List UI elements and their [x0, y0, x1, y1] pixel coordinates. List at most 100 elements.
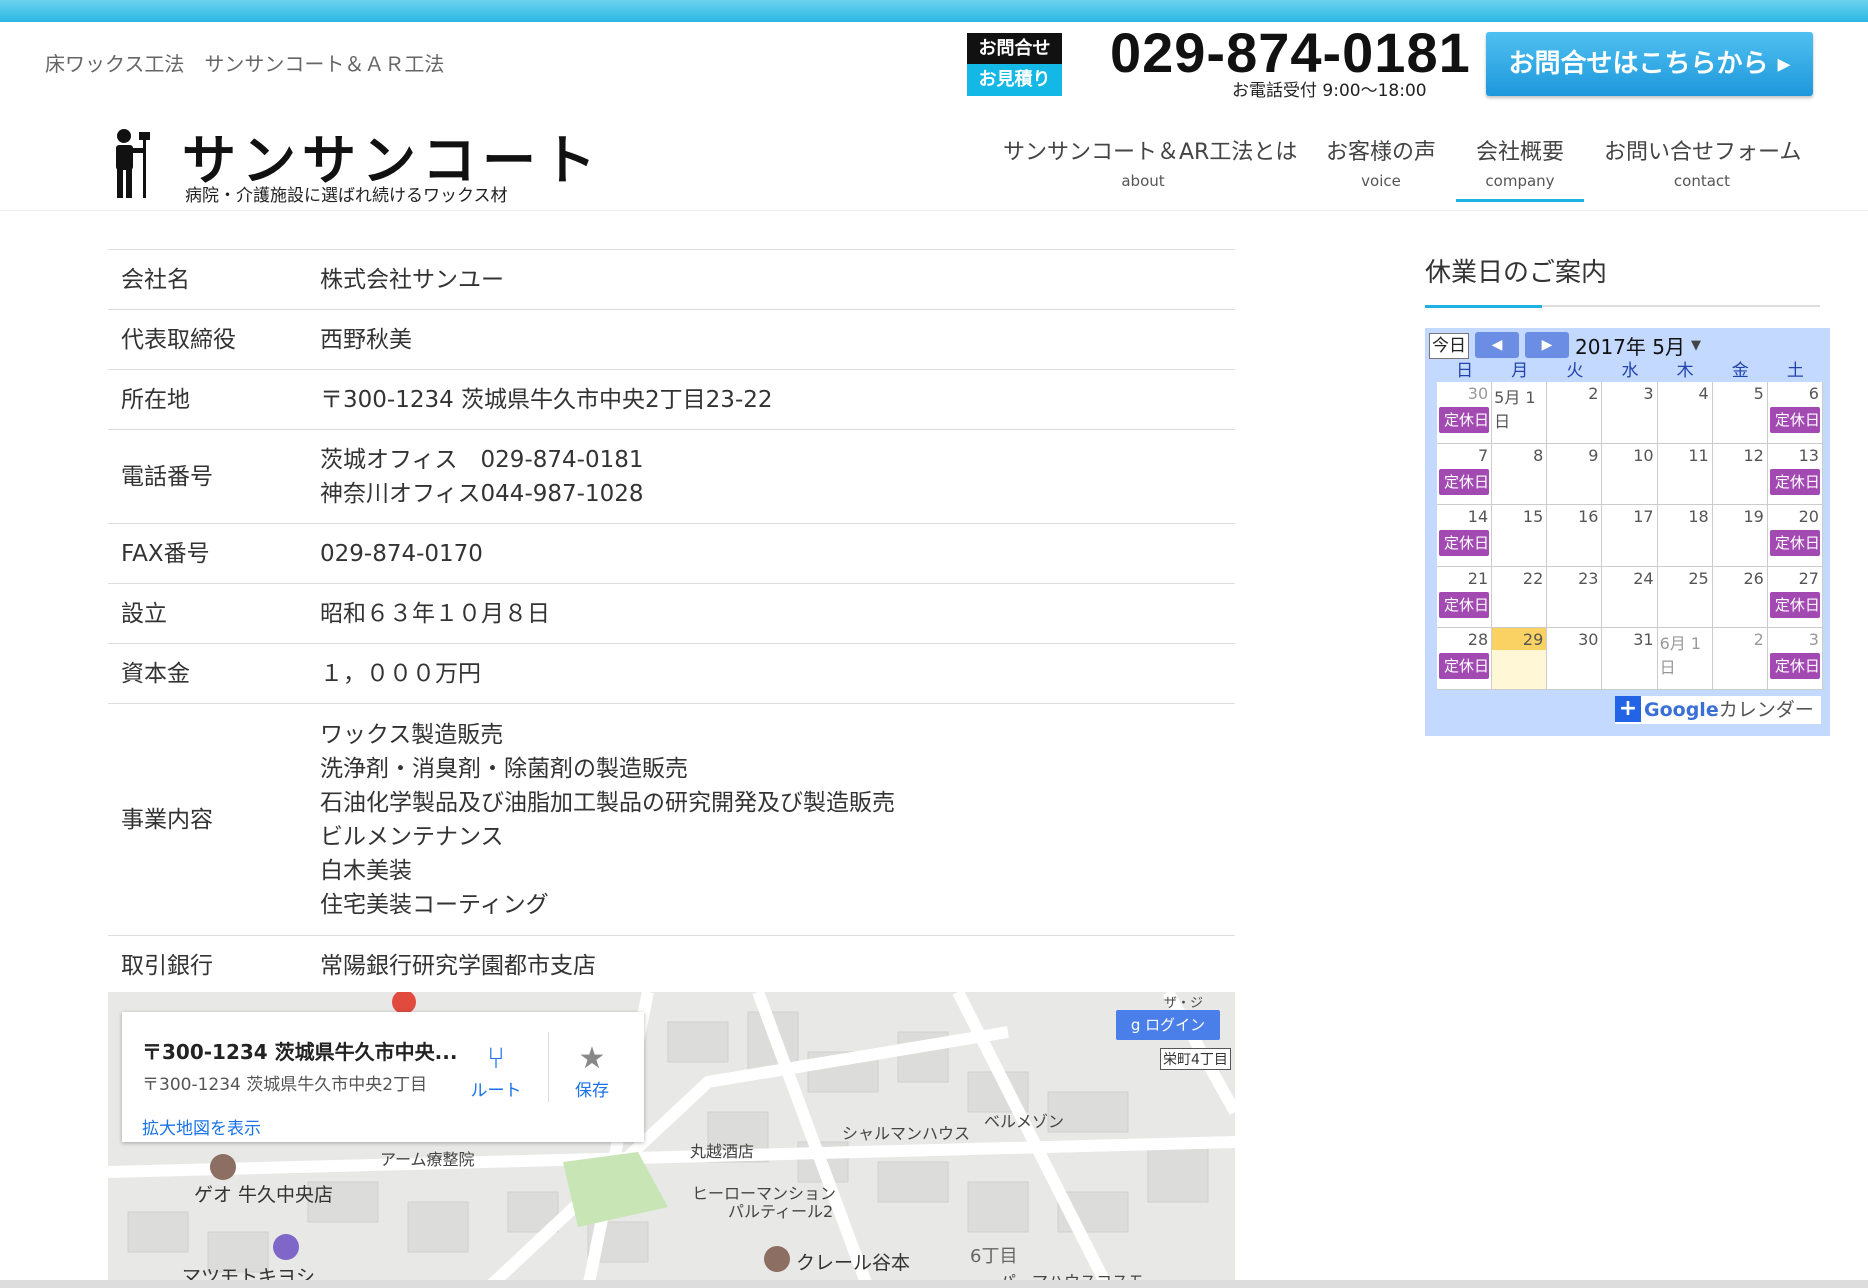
calendar-footer-label: カレンダー [1718, 699, 1814, 721]
calendar-day-cell[interactable]: 30 [1547, 628, 1603, 690]
calendar-day-cell[interactable]: 21 定休日 [1437, 566, 1493, 629]
map-poi[interactable]: シャルマンハウス [842, 1120, 970, 1144]
route-icon: ⑂ [487, 1041, 505, 1076]
calendar-day-cell[interactable]: 23 [1547, 566, 1603, 629]
row-key: 電話番号 [108, 429, 320, 524]
map-card-divider [548, 1032, 549, 1102]
map-poi[interactable]: パルティール2 [728, 1198, 833, 1222]
calendar-day-cell[interactable]: 2 [1712, 628, 1768, 690]
holiday-event[interactable]: 定休日 [1769, 468, 1820, 495]
calendar-day-cell[interactable]: 26 [1712, 566, 1768, 629]
calendar-day-cell[interactable]: 3 [1602, 382, 1658, 444]
calendar-day-number: 8 [1533, 445, 1544, 465]
calendar-month-label: 2017年 5月 [1575, 335, 1685, 359]
map-poi[interactable]: ザ・ジ [1164, 992, 1203, 1011]
calendar-day-number: 30 [1578, 630, 1599, 650]
calendar-day-cell[interactable]: 12 [1712, 443, 1768, 506]
map-enlarge-link[interactable]: 拡大地図を表示 [142, 1114, 261, 1139]
nav-about[interactable]: サンサンコート＆AR工法とは about [1003, 134, 1297, 190]
nav-contact[interactable]: お問い合せフォーム contact [1604, 134, 1801, 190]
holiday-event[interactable]: 定休日 [1769, 653, 1820, 680]
row-key: 会社名 [108, 249, 320, 310]
holiday-event[interactable]: 定休日 [1439, 407, 1489, 433]
calendar-day-cell[interactable]: 20 定休日 [1767, 505, 1823, 567]
map-poi[interactable]: 丸越酒店 [690, 1138, 754, 1162]
calendar-day-cell[interactable]: 22 [1492, 566, 1548, 629]
calendar-day-cell[interactable]: 15 [1492, 505, 1548, 567]
calendar-day-cell[interactable]: 30 定休日 [1437, 382, 1493, 444]
estimate-button[interactable]: お見積り [967, 64, 1062, 96]
map-poi[interactable]: ゲオ 牛久中央店 [194, 1180, 333, 1207]
star-icon: ★ [578, 1041, 606, 1076]
calendar-day-cell[interactable]: 11 [1657, 443, 1713, 506]
map-street-label: 栄町4丁目 [1160, 1048, 1231, 1070]
map-poi[interactable]: ベルメゾン [984, 1108, 1064, 1132]
calendar-day-number: 25 [1688, 568, 1709, 588]
calendar-day-cell[interactable]: 16 [1547, 505, 1603, 567]
map-poi[interactable]: クレール谷本 [796, 1248, 910, 1275]
calendar-next-button[interactable]: ▶ [1525, 332, 1569, 358]
calendar-day-cell[interactable]: 5月 1日 [1492, 382, 1548, 444]
calendar-day-cell[interactable]: 29 [1492, 628, 1548, 690]
holiday-event[interactable]: 定休日 [1439, 468, 1489, 495]
map-save-button[interactable]: ★ 保存 [562, 1041, 622, 1102]
weekday-label: 月 [1511, 361, 1529, 381]
map-route-button[interactable]: ⑂ ルート [466, 1041, 526, 1102]
table-row: 設立 昭和６３年１０月８日 [108, 583, 1235, 644]
calendar-day-number: 14 [1467, 507, 1489, 527]
calendar-day-number: 6 [1808, 384, 1819, 403]
calendar-day-cell[interactable]: 9 [1547, 443, 1603, 506]
calendar-day-number: 29 [1522, 630, 1544, 650]
map-poi[interactable]: アーム療整院 [380, 1146, 475, 1170]
calendar-day-cell[interactable]: 6 定休日 [1767, 382, 1823, 444]
calendar-day-cell[interactable]: 24 [1602, 566, 1658, 629]
holiday-event[interactable]: 定休日 [1439, 653, 1489, 680]
nav-company[interactable]: 会社概要 company [1470, 134, 1570, 190]
calendar-day-number: 16 [1578, 507, 1599, 527]
map-login-button[interactable]: g ログイン [1116, 1010, 1220, 1040]
inquiry-button[interactable]: お問合せ [967, 33, 1062, 64]
calendar-day-cell[interactable]: 4 [1657, 382, 1713, 444]
holiday-event[interactable]: 定休日 [1439, 530, 1489, 557]
calendar-day-cell[interactable]: 6月 1日 [1657, 628, 1713, 690]
browser-scrollbar[interactable] [0, 1280, 1868, 1288]
calendar-day-number: 22 [1522, 568, 1544, 588]
calendar-prev-button[interactable]: ◀ [1475, 332, 1519, 358]
calendar-day-cell[interactable]: 28 定休日 [1437, 628, 1493, 690]
row-key: 設立 [108, 583, 320, 644]
holiday-event[interactable]: 定休日 [1439, 591, 1489, 618]
calendar-day-cell[interactable]: 3 定休日 [1767, 628, 1823, 690]
calendar-day-number: 12 [1743, 445, 1764, 465]
calendar-day-cell[interactable]: 27 定休日 [1767, 566, 1823, 629]
calendar-day-cell[interactable]: 18 [1657, 505, 1713, 567]
nav-voice[interactable]: お客様の声 voice [1326, 134, 1436, 190]
calendar-day-cell[interactable]: 8 [1492, 443, 1548, 506]
calendar-day-number: 30 [1467, 384, 1489, 403]
calendar-day-cell[interactable]: 25 [1657, 566, 1713, 629]
calendar-day-cell[interactable]: 17 [1602, 505, 1658, 567]
table-row: 代表取締役 西野秋美 [108, 309, 1235, 370]
calendar-day-cell[interactable]: 5 [1712, 382, 1768, 444]
calendar-day-number: 4 [1698, 384, 1709, 403]
header-divider [0, 210, 1868, 211]
route-label: ルート [470, 1081, 522, 1101]
calendar-day-cell[interactable]: 7 定休日 [1437, 443, 1493, 506]
holiday-event[interactable]: 定休日 [1769, 407, 1820, 433]
calendar-day-cell[interactable]: 2 [1547, 382, 1603, 444]
chevron-down-icon[interactable]: ▼ [1691, 338, 1701, 353]
calendar-day-cell[interactable]: 31 [1602, 628, 1658, 690]
calendar-day-cell[interactable]: 13 定休日 [1767, 443, 1823, 506]
calendar-day-cell[interactable]: 19 [1712, 505, 1768, 567]
weekday-label: 火 [1566, 361, 1584, 381]
calendar-day-number: 9 [1588, 445, 1599, 465]
google-calendar-link[interactable]: + Googleカレンダー [1615, 696, 1821, 724]
holiday-event[interactable]: 定休日 [1769, 591, 1820, 618]
contact-cta-button[interactable]: お問合せはこちらから ▸ [1486, 32, 1813, 96]
google-map[interactable]: 〒300-1234 茨城県牛久市中央... 〒300-1234 茨城県牛久市中央… [108, 992, 1235, 1288]
calendar-today-button[interactable]: 今日 [1429, 333, 1469, 359]
calendar-day-cell[interactable]: 10 [1602, 443, 1658, 506]
map-place-title: 〒300-1234 茨城県牛久市中央... [142, 1040, 458, 1064]
holiday-event[interactable]: 定休日 [1769, 530, 1820, 557]
top-accent-bar [0, 0, 1868, 22]
calendar-day-cell[interactable]: 14 定休日 [1437, 505, 1493, 567]
